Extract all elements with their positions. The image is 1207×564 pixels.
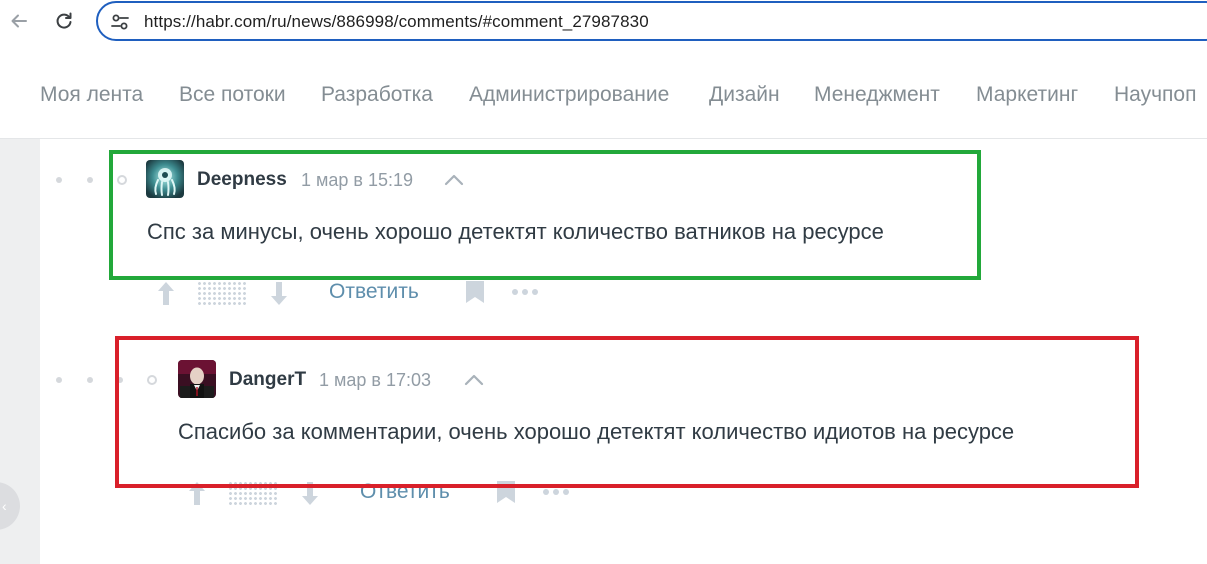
arrow-left-icon	[11, 14, 27, 28]
browser-toolbar: https://habr.com/ru/news/886998/comments…	[0, 0, 1207, 44]
thread-dot	[117, 377, 123, 383]
bookmark-icon[interactable]	[464, 279, 486, 305]
comment-timestamp[interactable]: 1 мар в 15:19	[301, 170, 413, 191]
reply-link[interactable]: Ответить	[329, 280, 419, 304]
nav-item-popsci[interactable]: Научпоп	[1114, 83, 1196, 107]
url-text[interactable]: https://habr.com/ru/news/886998/comments…	[144, 12, 649, 32]
nav-item-development[interactable]: Разработка	[321, 83, 433, 107]
avatar[interactable]	[178, 360, 216, 398]
thread-dot	[87, 177, 93, 183]
arrow-up-icon[interactable]	[186, 479, 208, 507]
nav-item-management[interactable]: Менеджмент	[814, 83, 940, 107]
avatar[interactable]	[146, 160, 184, 198]
address-bar[interactable]: https://habr.com/ru/news/886998/comments…	[96, 1, 1207, 41]
reply-link[interactable]: Ответить	[360, 480, 450, 504]
thread-dot	[56, 377, 62, 383]
more-dots-icon[interactable]	[510, 287, 540, 297]
avatar-image	[178, 360, 216, 398]
nav-item-all-streams[interactable]: Все потоки	[179, 83, 286, 107]
nav-item-design[interactable]: Дизайн	[709, 83, 780, 107]
nav-item-my-feed[interactable]: Моя лента	[40, 83, 143, 107]
rating-score-hidden	[228, 481, 278, 507]
nav-item-administration[interactable]: Администрирование	[469, 83, 669, 107]
thread-dot	[56, 177, 62, 183]
thread-branch-circle[interactable]	[147, 375, 157, 385]
comments-section	[40, 139, 1207, 564]
reload-icon	[56, 12, 72, 29]
chevron-left-icon: ‹	[2, 498, 7, 514]
chevron-up-icon[interactable]	[443, 173, 465, 187]
bookmark-icon[interactable]	[495, 479, 517, 505]
comment-username[interactable]: Deepness	[197, 169, 287, 191]
rating-score-hidden	[197, 281, 247, 307]
chevron-up-icon[interactable]	[463, 373, 485, 387]
arrow-up-icon[interactable]	[155, 279, 177, 307]
comment-username[interactable]: DangerT	[229, 369, 306, 391]
arrow-down-icon[interactable]	[268, 279, 290, 307]
avatar-image	[146, 160, 184, 198]
nav-item-marketing[interactable]: Маркетинг	[976, 83, 1078, 107]
tune-icon[interactable]	[110, 12, 130, 32]
more-dots-icon[interactable]	[541, 487, 571, 497]
comment-text: Спасибо за комментарии, очень хорошо дет…	[178, 419, 1015, 444]
comment-timestamp[interactable]: 1 мар в 17:03	[319, 370, 431, 391]
back-button[interactable]	[6, 8, 32, 34]
thread-dot	[87, 377, 93, 383]
comment-text: Спс за минусы, очень хорошо детектят кол…	[147, 219, 884, 244]
reload-button[interactable]	[51, 8, 77, 34]
arrow-down-icon[interactable]	[299, 479, 321, 507]
thread-branch-circle[interactable]	[117, 175, 127, 185]
habr-top-nav: Моя лента Все потоки Разработка Админист…	[0, 50, 1207, 139]
